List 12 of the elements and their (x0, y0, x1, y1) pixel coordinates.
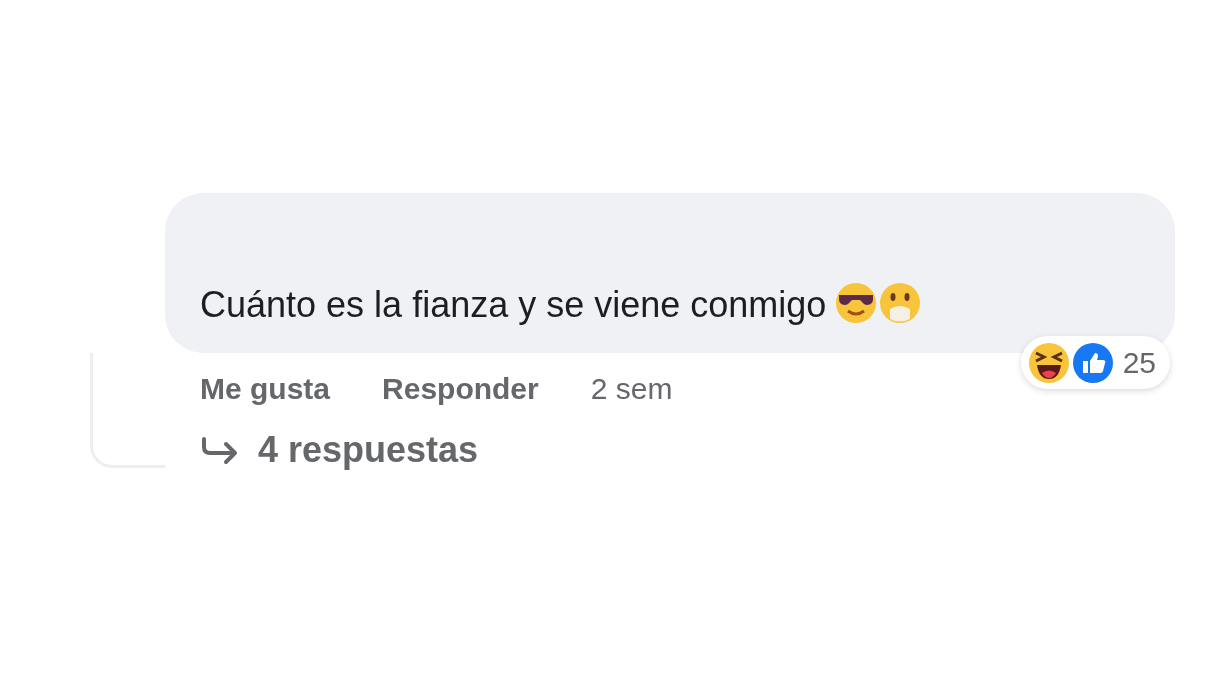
timestamp: 2 sem (590, 370, 673, 407)
replies-link[interactable]: 4 respuestas (258, 423, 479, 477)
laughing-face-icon (1026, 340, 1071, 385)
thumbs-up-icon (1070, 340, 1115, 385)
hand-over-mouth-face-icon (878, 281, 923, 325)
sunglasses-face-icon (834, 281, 879, 325)
action-link[interactable]: Me gusta (200, 365, 331, 411)
comment-text: Cuánto es la fianza y se viene conmigo (200, 285, 827, 325)
reply-arrow-icon (200, 435, 240, 465)
action-link[interactable]: Responder (382, 365, 539, 411)
reaction-summary[interactable]: 25 (1020, 336, 1170, 389)
reaction-count: 25 (1122, 345, 1156, 381)
